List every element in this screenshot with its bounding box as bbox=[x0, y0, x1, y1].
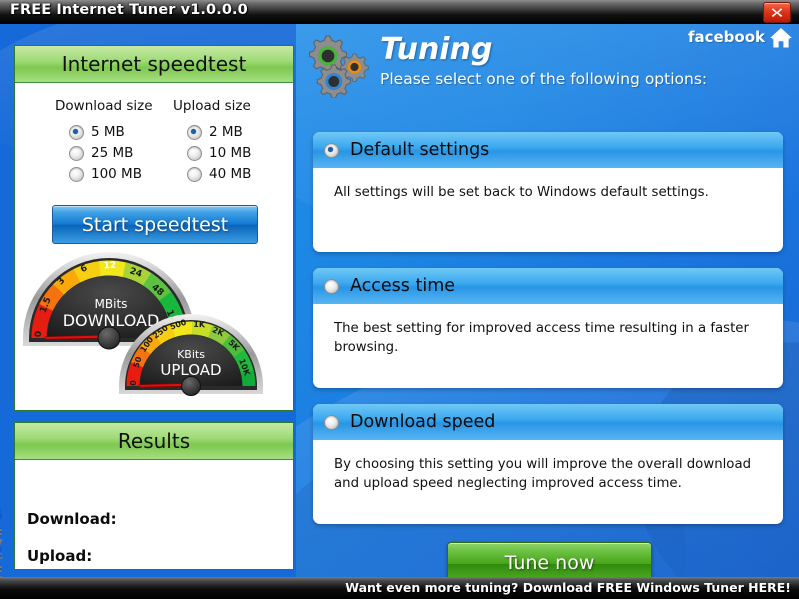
page-subtitle: Please select one of the following optio… bbox=[380, 70, 708, 88]
footer-bar: Want even more tuning? Download FREE Win… bbox=[0, 577, 799, 599]
close-button[interactable] bbox=[763, 2, 791, 23]
gauge-tick: 0 bbox=[129, 380, 138, 386]
tuning-option-label: Access time bbox=[350, 276, 456, 296]
tuning-option-default-settings[interactable]: Default settings All settings will be se… bbox=[313, 132, 783, 252]
gauge-tick: 12 bbox=[103, 261, 116, 272]
left-column: Internet speedtest Download size Upload … bbox=[0, 24, 349, 577]
download-gauge-unit: MBits bbox=[95, 297, 128, 311]
speedtest-panel-header: Internet speedtest bbox=[15, 46, 293, 83]
speedtest-title: Internet speedtest bbox=[61, 52, 247, 76]
results-panel-header: Results bbox=[15, 423, 293, 460]
title-bar: FREE Internet Tuner v1.0.0.0 bbox=[0, 0, 799, 24]
radio-icon bbox=[69, 166, 84, 182]
home-icon[interactable] bbox=[769, 27, 793, 49]
gears-icon bbox=[309, 35, 369, 98]
download-size-option-5mb[interactable]: 5 MB bbox=[69, 124, 125, 140]
radio-icon bbox=[324, 278, 339, 294]
result-prior: prior: 1.76 MBit/s bbox=[0, 563, 3, 577]
tuning-panel: Tuning Please select one of the followin… bbox=[296, 24, 799, 577]
facebook-link[interactable]: facebook bbox=[688, 28, 765, 46]
upload-size-option-10mb[interactable]: 10 MB bbox=[187, 145, 251, 161]
results-title: Results bbox=[117, 429, 191, 453]
radio-icon bbox=[69, 145, 84, 161]
upload-size-option-40mb[interactable]: 40 MB bbox=[187, 166, 251, 182]
option-label: 40 MB bbox=[209, 166, 252, 182]
tuning-option-access-time[interactable]: Access time The best setting for improve… bbox=[313, 268, 783, 388]
tuning-option-label: Download speed bbox=[350, 412, 496, 432]
radio-icon bbox=[187, 166, 202, 182]
upload-size-option-2mb[interactable]: 2 MB bbox=[187, 124, 243, 140]
option-label: 5 MB bbox=[91, 124, 125, 140]
option-label: 100 MB bbox=[91, 166, 142, 182]
download-size-option-100mb[interactable]: 100 MB bbox=[69, 166, 142, 182]
tuning-option-description: The best setting for improved access tim… bbox=[334, 321, 749, 355]
start-speedtest-button[interactable]: Start speedtest bbox=[52, 205, 258, 244]
promo-link[interactable]: Want even more tuning? Download FREE Win… bbox=[345, 580, 791, 595]
upload-gauge-unit: KBits bbox=[177, 348, 205, 361]
tuning-option-description: By choosing this setting you will improv… bbox=[334, 457, 752, 491]
tune-now-label: Tune now bbox=[504, 552, 595, 574]
speedtest-panel: Internet speedtest Download size Upload … bbox=[14, 45, 294, 411]
radio-icon bbox=[324, 142, 339, 158]
gauge-tick: 1K bbox=[193, 320, 206, 330]
results-panel: Results Download: 11.25 MBit/s prior: 10… bbox=[0, 422, 294, 577]
tuning-option-header[interactable]: Default settings bbox=[313, 132, 783, 168]
radio-icon bbox=[324, 414, 339, 430]
download-size-option-25mb[interactable]: 25 MB bbox=[69, 145, 133, 161]
close-icon bbox=[771, 8, 783, 17]
tuning-option-header[interactable]: Access time bbox=[313, 268, 783, 304]
tuning-option-description: All settings will be set back to Windows… bbox=[334, 185, 709, 200]
page-title: Tuning bbox=[380, 32, 493, 67]
option-label: 2 MB bbox=[209, 124, 243, 140]
window-body: Internet speedtest Download size Upload … bbox=[0, 24, 799, 577]
tune-now-button[interactable]: Tune now bbox=[447, 542, 652, 577]
application-window: FREE Internet Tuner v1.0.0.0 Internet sp… bbox=[0, 0, 799, 599]
download-size-label: Download size bbox=[55, 98, 153, 114]
radio-icon bbox=[187, 124, 202, 140]
tuning-option-label: Default settings bbox=[350, 140, 490, 160]
result-label: Download: bbox=[27, 510, 117, 528]
start-speedtest-label: Start speedtest bbox=[81, 213, 229, 236]
radio-icon bbox=[69, 124, 84, 140]
option-label: 25 MB bbox=[91, 145, 134, 161]
tuning-option-download-speed[interactable]: Download speed By choosing this setting … bbox=[313, 404, 783, 524]
result-label: Upload: bbox=[27, 547, 93, 565]
tuning-option-header[interactable]: Download speed bbox=[313, 404, 783, 440]
gauge-tick: 0 bbox=[34, 331, 44, 337]
window-title: FREE Internet Tuner v1.0.0.0 bbox=[10, 2, 248, 18]
tuning-header: Tuning Please select one of the followin… bbox=[296, 24, 799, 102]
gauges-group: 0 1.5 3 6 12 24 48 100 MBits DOWNLOAD bbox=[15, 246, 291, 408]
upload-size-label: Upload size bbox=[173, 98, 251, 114]
radio-icon bbox=[187, 145, 202, 161]
option-label: 10 MB bbox=[209, 145, 252, 161]
